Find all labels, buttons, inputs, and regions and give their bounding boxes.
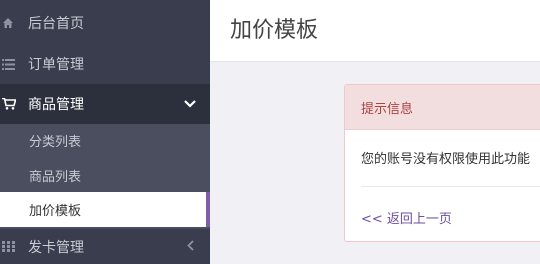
grid-icon <box>0 241 24 252</box>
alert-message: 您的账号没有权限使用此功能 <box>361 152 531 167</box>
sidebar-subitem-markup-template[interactable]: 加价模板 <box>0 192 210 227</box>
home-icon <box>0 17 24 29</box>
sidebar-subitem-product-list[interactable]: 商品列表 <box>0 159 210 192</box>
sidebar-item-label: 商品管理 <box>28 97 84 113</box>
chevron-left-icon[interactable] <box>187 239 194 255</box>
sidebar-item-orders[interactable]: 订单管理 <box>0 47 210 81</box>
sidebar: 后台首页 订单管理 商品管理 分类列表 商品列表 加价模板 发卡管理 <box>0 0 210 264</box>
sidebar-item-dashboard[interactable]: 后台首页 <box>0 6 210 40</box>
cart-icon <box>0 98 24 110</box>
sidebar-item-label: 发卡管理 <box>28 239 84 256</box>
back-link[interactable]: << 返回上一页 <box>361 208 452 227</box>
sidebar-subitem-categories[interactable]: 分类列表 <box>0 124 210 157</box>
sidebar-submenu-products: 分类列表 商品列表 加价模板 <box>0 124 210 229</box>
list-icon <box>0 58 24 70</box>
page-title: 加价模板 <box>230 18 319 43</box>
alert-panel: 提示信息 您的账号没有权限使用此功能 << 返回上一页 <box>344 84 540 242</box>
divider <box>361 186 540 187</box>
sidebar-item-label: 后台首页 <box>28 16 84 32</box>
alert-title: 提示信息 <box>345 85 540 130</box>
sidebar-item-label: 订单管理 <box>28 57 84 73</box>
sidebar-item-card-issuing[interactable]: 发卡管理 <box>0 229 210 264</box>
sidebar-item-products[interactable]: 商品管理 <box>0 84 210 124</box>
page-header: 加价模板 <box>210 0 540 62</box>
chevron-down-icon[interactable] <box>184 96 196 112</box>
